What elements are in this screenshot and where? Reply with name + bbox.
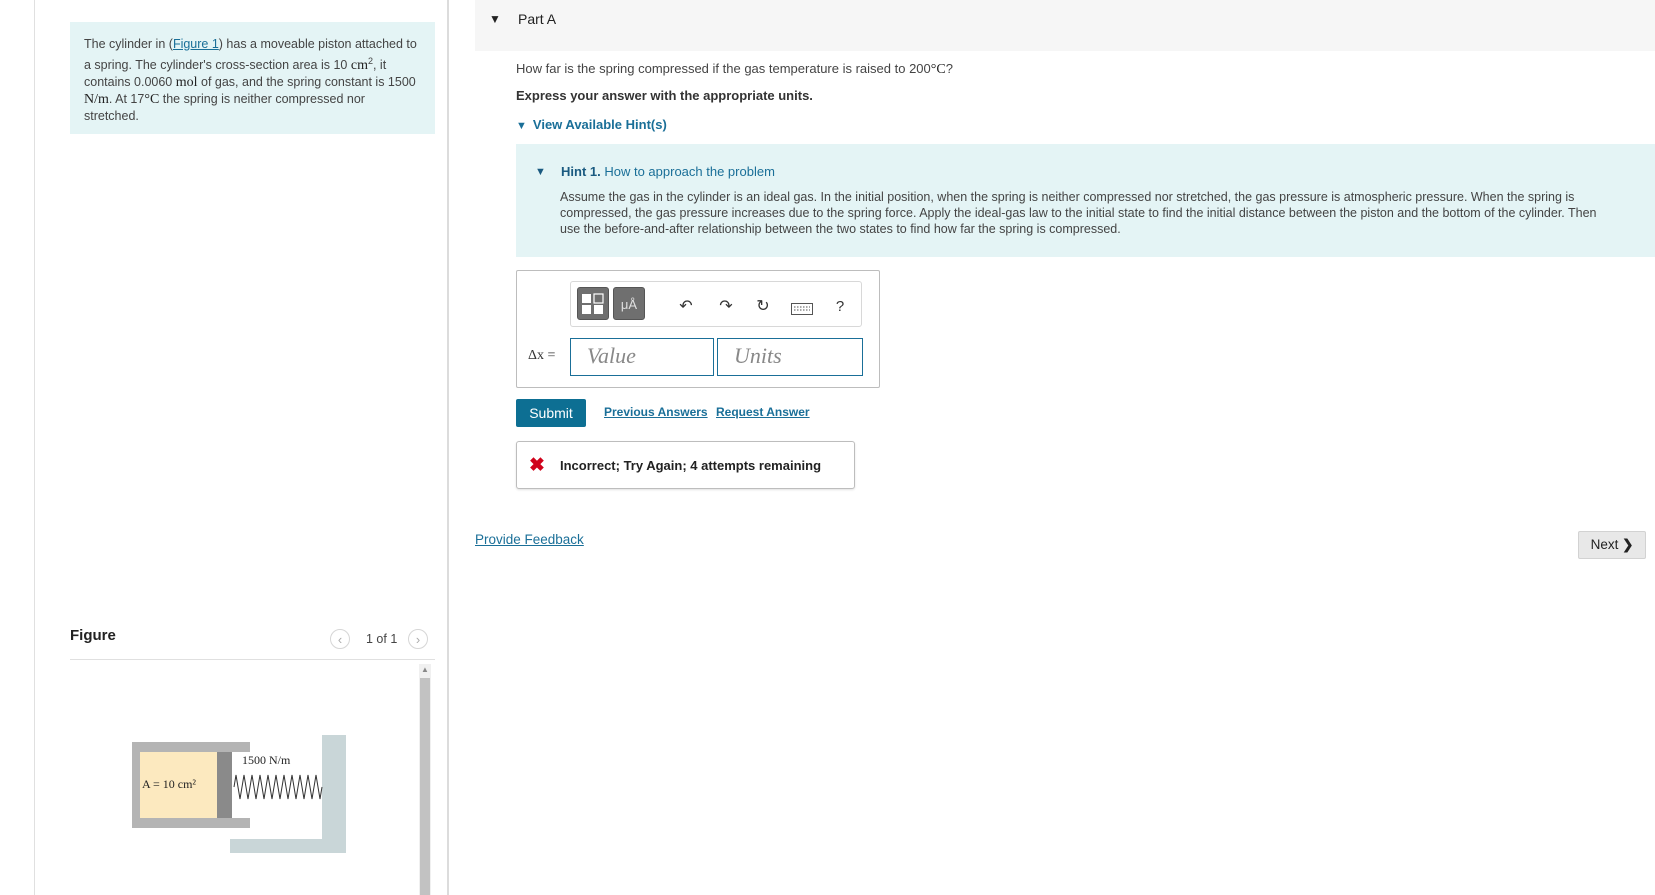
hint-number: Hint 1. [561,164,601,179]
submit-button[interactable]: Submit [516,399,586,427]
caret-down-icon[interactable]: ▼ [535,166,546,178]
figure-link[interactable]: Figure 1 [173,37,219,51]
cylinder-spring-diagram: A = 10 cm² 1500 N/m [132,735,346,853]
previous-answers-link[interactable]: Previous Answers [604,405,708,419]
part-a-header[interactable] [475,0,1655,51]
next-label: Next [1590,537,1619,552]
hint-body: Assume the gas in the cylinder is an ide… [560,190,1597,236]
keyboard-glyph [791,303,813,315]
figure-prev-button[interactable]: ‹ [330,629,350,649]
problem-text: of gas, and the spring constant is 1500 [197,75,416,90]
units-input[interactable]: Units [717,338,863,376]
answer-instruction: Express your answer with the appropriate… [516,88,813,103]
view-hints-toggle[interactable]: ▼ View Available Hint(s) [516,117,667,132]
provide-feedback-link[interactable]: Provide Feedback [475,532,584,547]
view-hints-label: View Available Hint(s) [532,117,667,132]
question-part: How far is the spring compressed if the … [516,61,931,76]
spring-constant-label: 1500 N/m [242,753,291,767]
problem-text: . At 17 [108,92,145,107]
chevron-left-icon: ‹ [337,632,343,647]
error-x-icon: ✖ [529,455,545,476]
left-border [34,0,35,895]
question-part: ? [945,61,953,76]
problem-statement: The cylinder in (Figure 1) has a moveabl… [70,22,435,134]
figure-divider [70,659,435,660]
spring-constant-unit: N/m [84,92,109,108]
caret-down-icon[interactable]: ▼ [489,12,501,26]
figure-image: A = 10 cm² 1500 N/m [130,735,360,860]
pane-divider [447,0,449,895]
templates-button[interactable] [577,287,609,320]
figure-pagination: 1 of 1 [366,632,398,646]
feedback-message: Incorrect; Try Again; 4 attempts remaini… [560,458,822,473]
mol-unit: mol [175,75,198,91]
part-a-title: Part A [518,11,557,27]
delta-x-label: Δx = [528,348,556,363]
problem-text: The cylinder in ( [84,37,173,51]
question-text: How far is the spring compressed if the … [516,61,953,78]
reset-icon[interactable]: ↻ [753,296,773,316]
help-icon[interactable]: ? [830,298,850,315]
scroll-up-arrow-icon[interactable]: ▲ [421,665,429,674]
caret-down-icon: ▼ [516,120,527,132]
undo-icon[interactable]: ↶ [676,296,696,316]
figure-title: Figure [70,627,116,644]
figure-scrollbar-thumb[interactable] [420,678,430,895]
chevron-right-icon: ❯ [1622,537,1634,552]
question-unit: °C [930,62,946,77]
hint-header[interactable]: Hint 1. How to approach the problem [561,164,775,179]
request-answer-link[interactable]: Request Answer [716,405,810,419]
template-grid-icon [582,293,604,314]
value-input[interactable]: Value [570,338,714,376]
figure-next-button[interactable]: › [408,629,428,649]
next-button[interactable]: Next ❯ [1578,531,1646,559]
units-button[interactable]: μÅ [613,287,645,320]
area-label: A = 10 cm² [142,777,196,791]
temperature-unit: °C [144,92,160,108]
redo-icon[interactable]: ↷ [716,296,736,316]
keyboard-icon[interactable] [791,302,813,320]
area-unit: cm [350,58,368,74]
hint-title: How to approach the problem [604,164,775,179]
chevron-right-icon: › [415,632,421,647]
